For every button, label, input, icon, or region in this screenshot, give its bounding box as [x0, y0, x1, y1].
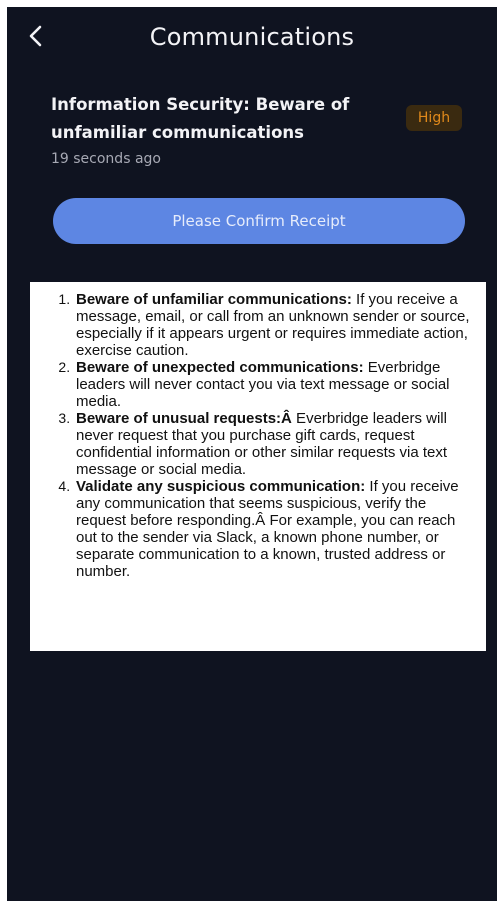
- list-item: Beware of unexpected communications: Eve…: [74, 359, 476, 410]
- list-item: Validate any suspicious communication: I…: [74, 478, 476, 580]
- message-body: Beware of unfamiliar communications: If …: [30, 282, 486, 651]
- list-item-heading: Beware of unfamiliar communications:: [76, 291, 352, 308]
- confirm-receipt-button[interactable]: Please Confirm Receipt: [53, 198, 465, 244]
- alert-title: Information Security: Beware of unfamili…: [51, 95, 350, 142]
- security-tips-list: Beware of unfamiliar communications: If …: [30, 282, 486, 580]
- list-item: Beware of unusual requests:Â Everbridge …: [74, 410, 476, 478]
- page-title: Communications: [149, 23, 355, 51]
- communications-screen: Communications Information Security: Bew…: [7, 7, 497, 901]
- list-item-heading: Validate any suspicious communication:: [76, 478, 366, 495]
- header-bar: Communications: [7, 7, 497, 69]
- priority-badge: High: [406, 105, 462, 131]
- alert-timestamp: 19 seconds ago: [51, 151, 161, 167]
- list-item-heading: Beware of unexpected communications:: [76, 359, 364, 376]
- list-item-heading: Beware of unusual requests:Â: [76, 410, 292, 427]
- list-item: Beware of unfamiliar communications: If …: [74, 291, 476, 359]
